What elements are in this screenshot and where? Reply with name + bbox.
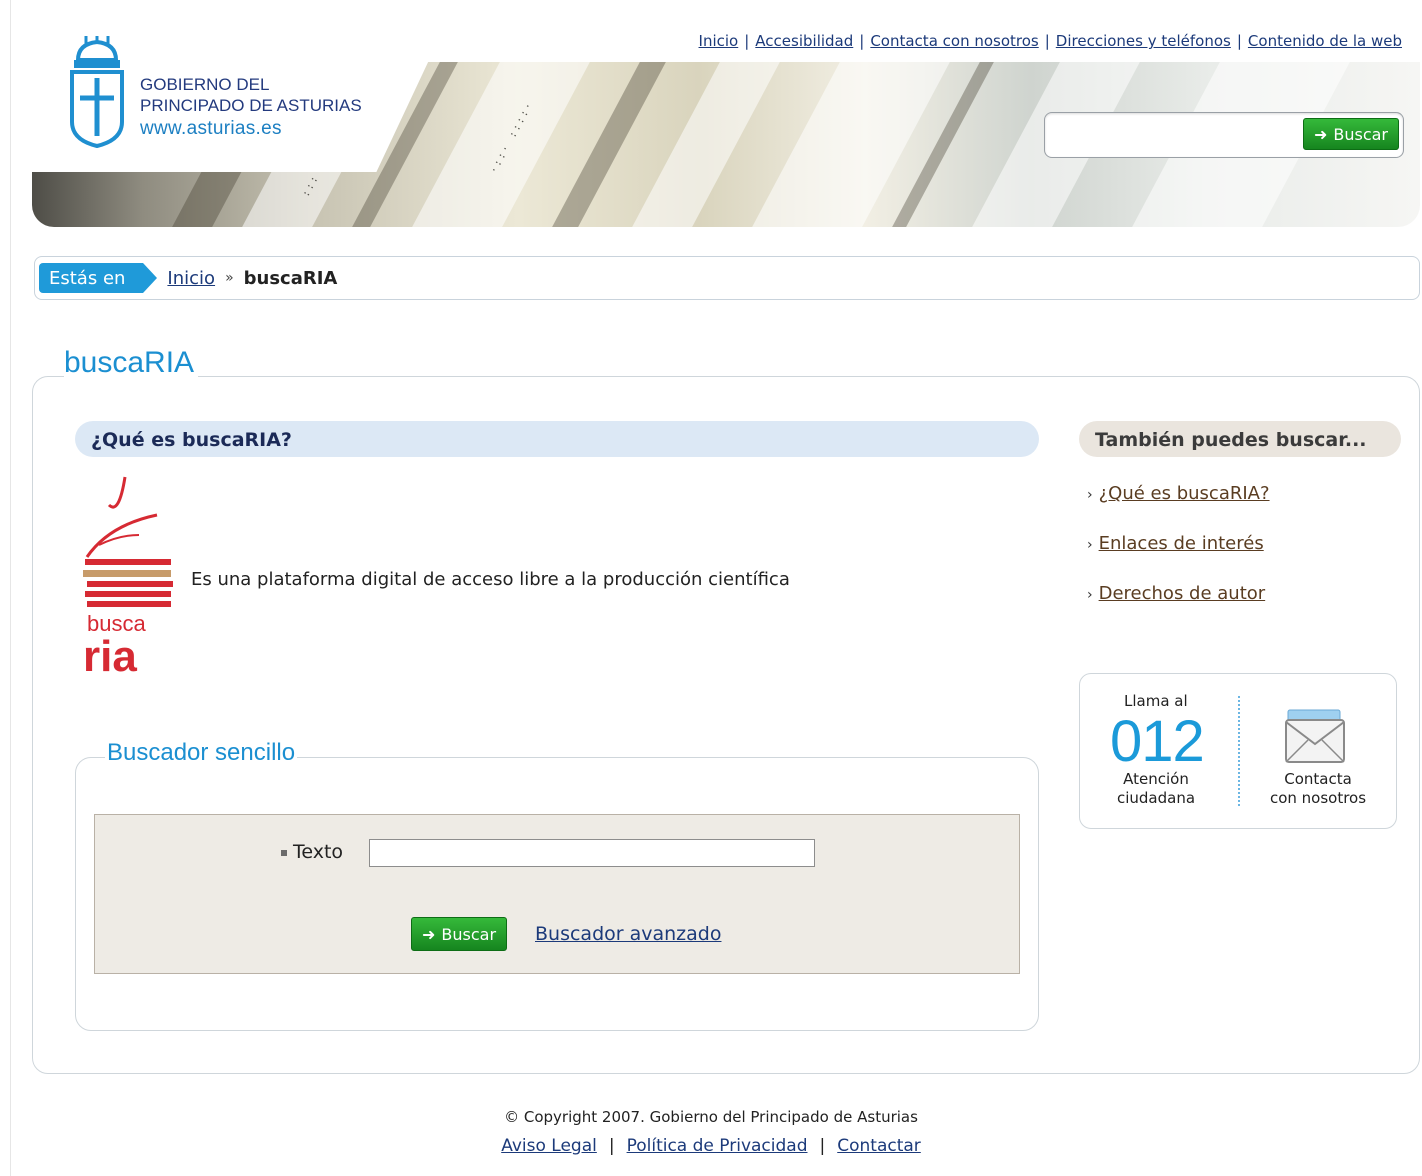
sidebar-item-enlaces: › Enlaces de interés <box>1087 533 1270 583</box>
footer-link-aviso-legal[interactable]: Aviso Legal <box>501 1136 597 1156</box>
contact-label-link[interactable]: Contacta con nosotros <box>1258 770 1378 808</box>
arrow-right-icon: ➜ <box>422 924 436 944</box>
toplink-direcciones[interactable]: Direcciones y teléfonos <box>1056 32 1231 50</box>
simple-search-button[interactable]: ➜ Buscar <box>411 917 508 951</box>
sidebar-title: También puedes buscar... <box>1095 429 1367 451</box>
sidebar-header: También puedes buscar... <box>1079 421 1401 457</box>
bullet-icon <box>281 849 287 856</box>
simple-search-button-label: Buscar <box>441 924 497 944</box>
site-header: ::: ·:: ::· ·::· ::::· GOBIERNO DEL PRIN… <box>32 8 1422 228</box>
toplink-contacta[interactable]: Contacta con nosotros <box>870 32 1038 50</box>
chevron-right-icon: › <box>1087 587 1093 603</box>
footer-links: Aviso Legal | Política de Privacidad | Conta… <box>501 1136 921 1156</box>
asturias-coat-of-arms-icon[interactable] <box>68 36 126 148</box>
text-label: Texto <box>281 841 343 863</box>
sidebar-item-que-es: › ¿Qué es buscaRIA? <box>1087 483 1270 533</box>
breadcrumb-separator: » <box>225 270 234 286</box>
breadcrumb: Estás en Inicio » buscaRIA <box>34 256 1420 300</box>
page-footer: © Copyright 2007. Gobierno del Principad… <box>0 1108 1422 1156</box>
simple-search-form: Texto ➜ Buscar Buscador avanzado <box>94 814 1020 974</box>
attention-line2: ciudadana <box>1116 789 1196 807</box>
sidebar-link-derechos[interactable]: Derechos de autor <box>1099 583 1266 604</box>
contact-line2: con nosotros <box>1269 789 1367 807</box>
header-search-box: ➜ Buscar <box>1044 112 1404 158</box>
header-search-button[interactable]: ➜ Buscar <box>1302 118 1399 150</box>
top-navigation: Inicio | Accesibilidad | Contacta con nosotr… <box>698 32 1402 50</box>
footer-link-contactar[interactable]: Contactar <box>837 1136 921 1156</box>
page-left-border <box>10 0 11 1176</box>
contact-line1: Contacta <box>1284 770 1352 788</box>
attention-label: Atención ciudadana <box>1114 770 1198 808</box>
section-header: ¿Qué es buscaRIA? <box>75 421 1039 457</box>
header-search-input[interactable] <box>1053 121 1297 149</box>
government-name: GOBIERNO DEL PRINCIPADO DE ASTURIAS <box>140 74 362 116</box>
simple-search-fieldset: Texto ➜ Buscar Buscador avanzado <box>75 757 1039 1031</box>
toplink-contenido[interactable]: Contenido de la web <box>1248 32 1402 50</box>
buscaria-logo: busca ria <box>83 476 173 675</box>
text-label-text: Texto <box>293 841 344 863</box>
breadcrumb-label: Estás en <box>39 263 158 293</box>
contact-box: Llama al 012 Atención ciudadana Contacta… <box>1079 673 1397 829</box>
section-title: ¿Qué es buscaRIA? <box>91 429 292 451</box>
chevron-right-icon: › <box>1087 537 1093 553</box>
contact-divider <box>1238 696 1240 806</box>
sidebar-links: › ¿Qué es buscaRIA? › Enlaces de interés ›… <box>1087 483 1270 633</box>
chevron-right-icon: › <box>1087 487 1093 503</box>
footer-link-privacidad[interactable]: Política de Privacidad <box>627 1136 808 1156</box>
copyright-text: © Copyright 2007. Gobierno del Principad… <box>504 1108 918 1126</box>
page-title: buscaRIA <box>64 346 199 380</box>
main-panel: ¿Qué es buscaRIA? busca ria Es una plata… <box>32 376 1420 1074</box>
sidebar-link-enlaces[interactable]: Enlaces de interés <box>1099 533 1264 554</box>
breadcrumb-home-link[interactable]: Inicio <box>167 268 215 289</box>
gov-name-line1: GOBIERNO DEL <box>140 75 270 94</box>
toplink-accesibilidad[interactable]: Accesibilidad <box>755 32 853 50</box>
breadcrumb-current: buscaRIA <box>243 267 338 289</box>
government-url[interactable]: www.asturias.es <box>140 118 282 140</box>
logo-text-ria: ria <box>83 632 137 675</box>
buscaria-description: Es una plataforma digital de acceso libr… <box>191 569 790 590</box>
arrow-right-icon: ➜ <box>1313 124 1328 144</box>
simple-search-legend: Buscador sencillo <box>105 739 298 767</box>
sidebar-link-que-es[interactable]: ¿Qué es buscaRIA? <box>1099 483 1270 504</box>
sidebar-item-derechos: › Derechos de autor <box>1087 583 1270 633</box>
header-search-button-label: Buscar <box>1333 124 1388 144</box>
envelope-icon[interactable] <box>1284 708 1346 764</box>
toplink-inicio[interactable]: Inicio <box>699 32 739 50</box>
advanced-search-link[interactable]: Buscador avanzado <box>535 923 721 945</box>
attention-line1: Atención <box>1123 770 1189 788</box>
text-search-input[interactable] <box>369 839 815 867</box>
phone-012-link[interactable]: 012 <box>1110 708 1205 775</box>
gov-name-line2: PRINCIPADO DE ASTURIAS <box>140 96 362 115</box>
